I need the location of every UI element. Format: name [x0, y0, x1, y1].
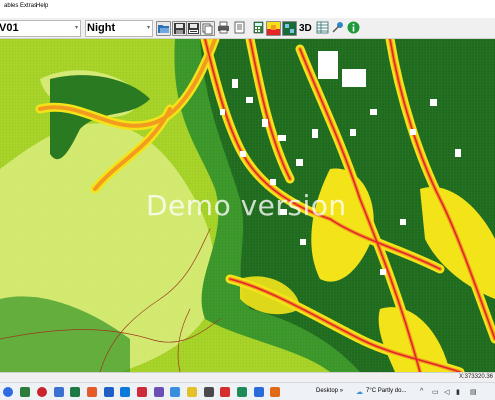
app-icon-paint[interactable] [270, 387, 280, 397]
noise-map-icon[interactable] [266, 21, 281, 36]
copy-icon[interactable] [200, 21, 215, 36]
app-icon-outlook[interactable] [170, 387, 180, 397]
menu-tables[interactable]: ables [4, 3, 18, 9]
noise-map-canvas[interactable]: Demo version [0, 39, 495, 372]
app-icon-purple[interactable] [154, 387, 164, 397]
save-icon[interactable] [172, 21, 187, 36]
info-icon[interactable] [347, 21, 362, 36]
app-icon-orange[interactable] [87, 387, 97, 397]
period-combo[interactable]: Night ▾ [85, 20, 153, 37]
pin-icon[interactable] [331, 21, 346, 36]
app-icon-edge[interactable] [120, 387, 130, 397]
app-icon-blue[interactable] [54, 387, 64, 397]
app-icon-noise[interactable] [254, 387, 264, 397]
demo-watermark: Demo version [146, 189, 347, 222]
tray-chevron-up-icon[interactable]: ^ [420, 388, 423, 395]
status-bar: X:373320.36 [0, 372, 495, 382]
menu-bar: ables Extras Help [0, 0, 495, 18]
battery-icon[interactable]: ▮ [456, 388, 460, 396]
grid-layers-icon[interactable] [282, 21, 297, 36]
network-icon[interactable]: ▭ [432, 388, 439, 396]
app-icon-acrobat[interactable] [137, 387, 147, 397]
document-icon[interactable] [233, 21, 248, 36]
chevron-down-icon[interactable]: ▾ [75, 21, 78, 36]
app-icon-folder[interactable] [187, 387, 197, 397]
weather-icon: ☁ [356, 389, 363, 396]
desktop-label-text: Desktop [316, 388, 339, 394]
open-folder-icon[interactable] [156, 21, 171, 36]
period-combo-value: Night [87, 22, 116, 34]
app-icon-dark[interactable] [204, 387, 214, 397]
taskbar: Desktop » ☁ 7°C Partly do... ^ ▭ ◁ ▮ ▤ [0, 382, 495, 400]
table-grid-icon[interactable] [316, 21, 331, 36]
volume-icon[interactable]: ◁ [444, 388, 449, 396]
app-icon-word[interactable] [104, 387, 114, 397]
coordinate-readout: X:373320.36 [458, 374, 493, 380]
weather-widget[interactable]: 7°C Partly do... [366, 388, 406, 394]
print-icon[interactable] [217, 21, 232, 36]
chevron-right-icon: » [339, 388, 344, 394]
chevron-down-icon[interactable]: ▾ [147, 21, 150, 36]
save-as-icon[interactable] [186, 21, 201, 36]
start-app-icon[interactable] [3, 387, 13, 397]
app-icon-green[interactable] [20, 387, 30, 397]
notification-icon[interactable]: ▤ [470, 388, 477, 396]
app-icon-excel[interactable] [70, 387, 80, 397]
layer-combo-value: V01 [0, 22, 19, 34]
3d-view-button[interactable]: 3D [299, 21, 315, 36]
app-icon-mail[interactable] [220, 387, 230, 397]
app-icon-teams[interactable] [237, 387, 247, 397]
desktop-toolbar-label[interactable]: Desktop » [316, 388, 343, 394]
app-icon-red[interactable] [37, 387, 47, 397]
menu-extras[interactable]: Extras [20, 3, 37, 9]
layer-combo[interactable]: V01 ▾ [0, 20, 81, 37]
calculator-icon[interactable] [252, 21, 267, 36]
menu-help[interactable]: Help [36, 3, 48, 9]
toolbar: V01 ▾ Night ▾ 3D [0, 18, 495, 39]
